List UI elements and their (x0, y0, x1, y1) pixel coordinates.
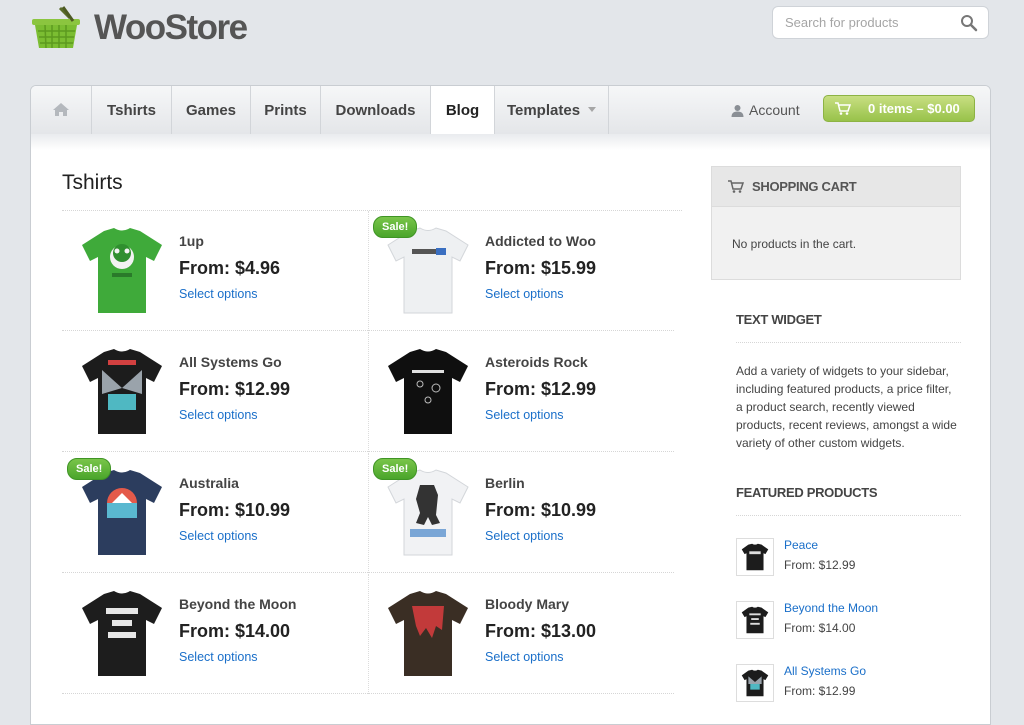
main-container: Tshirts Games Prints Downloads Blog Temp… (30, 85, 991, 725)
select-options-link[interactable]: Select options (179, 529, 258, 543)
featured-product-name[interactable]: Beyond the Moon (784, 601, 878, 615)
select-options-link[interactable]: Select options (179, 408, 258, 422)
basket-logo-icon (32, 6, 80, 49)
row-divider (368, 451, 674, 452)
product-price: From: $10.99 (485, 500, 597, 520)
account-link[interactable]: Account (731, 86, 800, 134)
product-price: From: $12.99 (179, 379, 291, 399)
row-divider (368, 693, 674, 694)
product-image[interactable] (74, 586, 170, 682)
row-divider (368, 572, 674, 573)
product-price: From: $14.00 (179, 621, 291, 641)
cart-summary: 0 items – $0.00 (868, 101, 960, 116)
sale-badge: Sale! (67, 458, 112, 480)
text-widget-title: TEXT WIDGET (736, 312, 822, 327)
product-image[interactable] (736, 664, 774, 702)
featured-product-price: From: $12.99 (784, 684, 856, 698)
nav-tshirts[interactable]: Tshirts (92, 86, 172, 134)
product-name[interactable]: Asteroids Rock (485, 354, 588, 370)
featured-product-item: Peace From: $12.99 (736, 538, 961, 582)
row-divider (62, 693, 368, 694)
select-options-link[interactable]: Select options (485, 408, 564, 422)
featured-product-item: All Systems Go From: $12.99 (736, 664, 961, 708)
row-divider (62, 572, 368, 573)
sale-badge: Sale! (373, 216, 418, 238)
product-name[interactable]: Beyond the Moon (179, 596, 296, 612)
product-image[interactable] (380, 344, 476, 440)
widget-divider (736, 515, 961, 516)
cart-widget-title: SHOPPING CART (752, 179, 857, 194)
text-widget-body: Add a variety of widgets to your sidebar… (736, 364, 957, 450)
nav-blog[interactable]: Blog (431, 86, 495, 135)
home-icon (53, 103, 69, 116)
featured-product-price: From: $12.99 (784, 558, 856, 572)
nav-home[interactable] (31, 86, 92, 134)
widget-divider (736, 342, 961, 343)
shopping-cart-widget: SHOPPING CART No products in the cart. (711, 166, 961, 280)
account-label: Account (749, 102, 800, 118)
search-box (772, 6, 989, 39)
cart-icon (835, 102, 851, 115)
nav-templates[interactable]: Templates (495, 86, 609, 134)
nav-prints[interactable]: Prints (251, 86, 321, 134)
row-divider (62, 330, 368, 331)
product-card: Australia From: $10.99 Select options Sa… (62, 453, 369, 573)
nav-templates-label: Templates (506, 102, 581, 119)
product-price: From: $15.99 (485, 258, 597, 278)
product-price: From: $4.96 (179, 258, 281, 278)
row-divider (368, 330, 674, 331)
product-price: From: $12.99 (485, 379, 597, 399)
product-name[interactable]: Berlin (485, 475, 525, 491)
select-options-link[interactable]: Select options (485, 287, 564, 301)
featured-product-name[interactable]: All Systems Go (784, 664, 866, 678)
product-card: Asteroids Rock From: $12.99 Select optio… (368, 332, 674, 452)
search-input[interactable] (785, 15, 955, 30)
store-logo[interactable]: WooStore (30, 6, 248, 50)
main-navigation: Tshirts Games Prints Downloads Blog Temp… (31, 86, 990, 135)
select-options-link[interactable]: Select options (179, 650, 258, 664)
product-card: Beyond the Moon From: $14.00 Select opti… (62, 574, 369, 694)
nav-shadow (31, 134, 990, 150)
chevron-down-icon (588, 106, 597, 112)
page-title: Tshirts (62, 171, 123, 194)
featured-product-price: From: $14.00 (784, 621, 856, 635)
select-options-link[interactable]: Select options (179, 287, 258, 301)
product-name[interactable]: Australia (179, 475, 239, 491)
product-card: All Systems Go From: $12.99 Select optio… (62, 332, 369, 452)
product-image[interactable] (736, 538, 774, 576)
select-options-link[interactable]: Select options (485, 529, 564, 543)
product-price: From: $10.99 (179, 500, 291, 520)
product-image[interactable] (74, 344, 170, 440)
featured-product-name[interactable]: Peace (784, 538, 818, 552)
product-image[interactable] (380, 586, 476, 682)
cart-icon (728, 180, 744, 193)
sale-badge: Sale! (373, 458, 418, 480)
product-card: Berlin From: $10.99 Select options Sale! (368, 453, 674, 573)
product-name[interactable]: All Systems Go (179, 354, 282, 370)
product-name[interactable]: 1up (179, 233, 204, 249)
featured-product-item: Beyond the Moon From: $14.00 (736, 601, 961, 645)
product-name[interactable]: Bloody Mary (485, 596, 569, 612)
product-price: From: $13.00 (485, 621, 597, 641)
row-divider (62, 451, 368, 452)
product-image[interactable] (74, 223, 170, 319)
product-card: Addicted to Woo From: $15.99 Select opti… (368, 211, 674, 331)
product-image[interactable] (736, 601, 774, 639)
product-name[interactable]: Addicted to Woo (485, 233, 596, 249)
cart-button[interactable]: 0 items – $0.00 (823, 95, 975, 122)
cart-widget-header: SHOPPING CART (712, 167, 960, 207)
product-grid: 1up From: $4.96 Select options Addicted … (62, 210, 682, 724)
nav-downloads[interactable]: Downloads (321, 86, 431, 134)
select-options-link[interactable]: Select options (485, 650, 564, 664)
featured-products-title: FEATURED PRODUCTS (736, 485, 878, 500)
product-card: 1up From: $4.96 Select options (62, 211, 369, 331)
cart-empty-message: No products in the cart. (732, 237, 857, 251)
product-card: Bloody Mary From: $13.00 Select options (368, 574, 674, 694)
search-icon[interactable] (960, 14, 978, 32)
user-icon (731, 104, 744, 117)
store-name: WooStore (94, 8, 248, 47)
nav-games[interactable]: Games (172, 86, 251, 134)
